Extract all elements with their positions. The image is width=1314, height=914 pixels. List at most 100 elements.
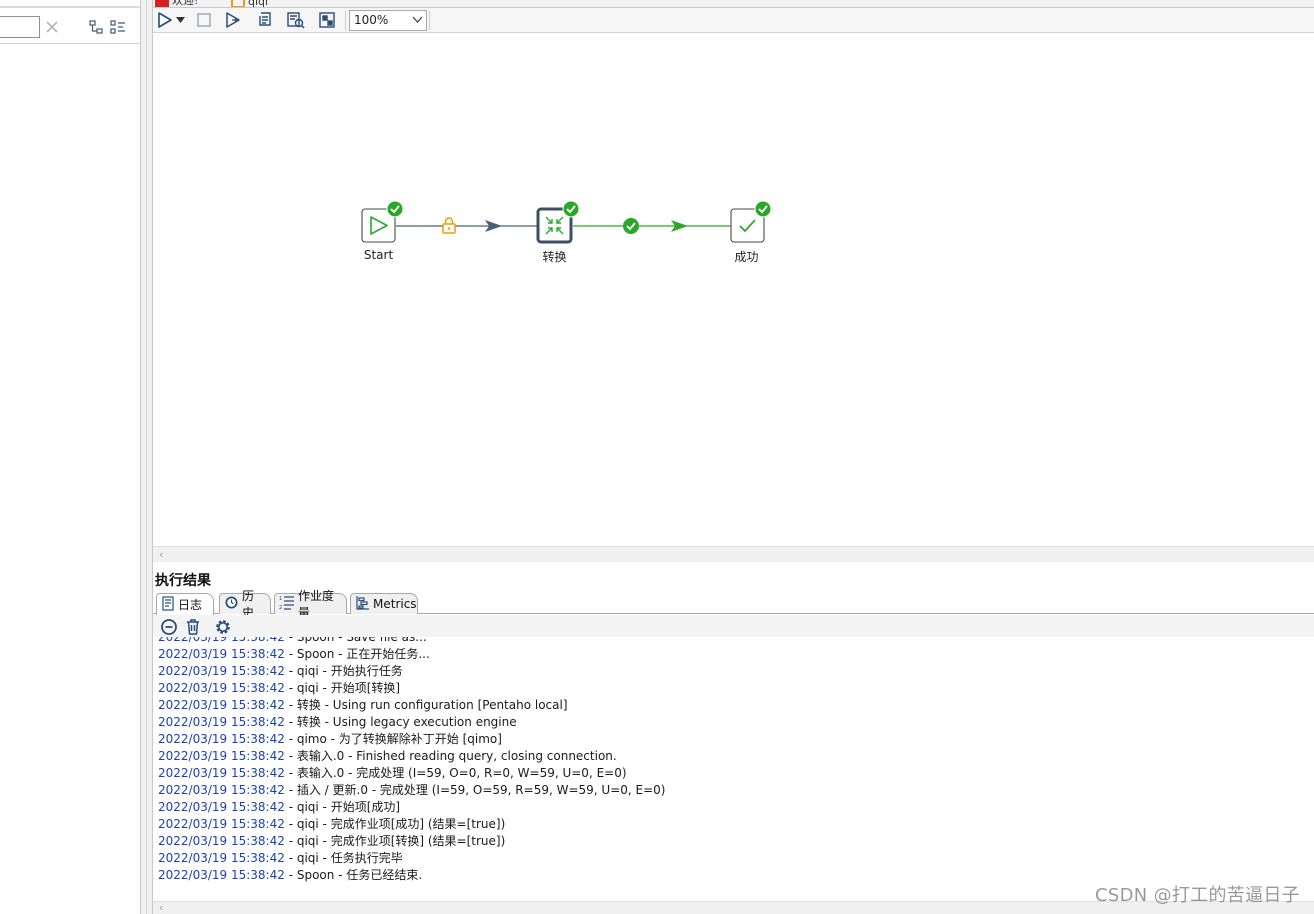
execution-results-panel: 执行结果 日志 历史 12 作业度量 Metrics 2022/03/19 15… bbox=[153, 562, 1314, 914]
job-entry-start[interactable] bbox=[361, 200, 404, 243]
svg-text:1: 1 bbox=[279, 596, 282, 602]
collapse-tree-icon[interactable] bbox=[108, 17, 128, 37]
results-tabs: 日志 历史 12 作业度量 Metrics bbox=[153, 589, 1314, 620]
log-line: 2022/03/19 15:38:42 - qiqi - 任务执行完毕 bbox=[158, 850, 403, 867]
canvas-horizontal-scrollbar[interactable]: ‹ bbox=[153, 546, 1314, 562]
show-result-icon[interactable] bbox=[316, 10, 338, 30]
log-message: - qiqi - 任务执行完毕 bbox=[284, 851, 403, 865]
search-input[interactable] bbox=[0, 16, 40, 38]
log-timestamp: 2022/03/19 15:38:42 bbox=[158, 766, 285, 780]
history-icon bbox=[224, 595, 239, 613]
expand-tree-icon[interactable] bbox=[86, 17, 106, 37]
log-timestamp: 2022/03/19 15:38:42 bbox=[158, 749, 285, 763]
log-line: 2022/03/19 15:38:42 - qiqi - 完成作业项[成功] (… bbox=[158, 816, 505, 833]
log-line: 2022/03/19 15:38:42 - qiqi - 完成作业项[转换] (… bbox=[158, 833, 505, 850]
panel-splitter[interactable] bbox=[140, 0, 153, 914]
log-message: - qiqi - 完成作业项[转换] (结果=[true]) bbox=[284, 834, 506, 848]
log-line: 2022/03/19 15:38:42 - qiqi - 开始项[成功] bbox=[158, 799, 400, 816]
chevron-down-icon bbox=[412, 14, 423, 28]
watermark: CSDN @打工的苦逼日子 bbox=[1095, 885, 1300, 906]
log-message: - Spoon - 任务已经结束. bbox=[284, 868, 423, 882]
log-message: - 转换 - Using run configuration [Pentaho … bbox=[284, 698, 568, 712]
log-timestamp: 2022/03/19 15:38:42 bbox=[158, 834, 285, 848]
log-timestamp: 2022/03/19 15:38:42 bbox=[158, 851, 285, 865]
log-message: - 插入 / 更新.0 - 完成处理 (I=59, O=59, R=59, W=… bbox=[284, 783, 666, 797]
log-icon bbox=[161, 595, 175, 614]
log-line: 2022/03/19 15:38:42 - 表输入.0 - Finished r… bbox=[158, 748, 617, 765]
left-panel-divider bbox=[0, 43, 140, 44]
log-line: 2022/03/19 15:38:42 - qimo - 为了转换解除补丁开始 … bbox=[158, 731, 502, 748]
log-timestamp: 2022/03/19 15:38:42 bbox=[158, 732, 285, 746]
tab-log[interactable]: 日志 bbox=[156, 593, 214, 615]
tab-qiqi[interactable]: qiqi bbox=[231, 0, 269, 8]
stop-icon[interactable] bbox=[193, 10, 215, 30]
log-timestamp: 2022/03/19 15:38:42 bbox=[158, 664, 285, 678]
tab-welcome-label: 欢迎! bbox=[172, 0, 199, 7]
tab-welcome[interactable]: 欢迎! bbox=[155, 0, 199, 7]
run-dropdown-icon[interactable] bbox=[174, 10, 186, 30]
svg-text:2: 2 bbox=[279, 605, 282, 610]
toolbar: 100% bbox=[153, 8, 1314, 33]
left-panel-border bbox=[0, 6, 140, 8]
toolbar-separator bbox=[345, 11, 346, 30]
log-timestamp: 2022/03/19 15:38:42 bbox=[158, 637, 285, 644]
hop-transform-success[interactable] bbox=[573, 220, 731, 232]
status-success-badge bbox=[386, 200, 404, 218]
tab-qiqi-label: qiqi bbox=[248, 0, 269, 8]
log-message: - qiqi - 开始项[转换] bbox=[284, 681, 401, 695]
results-title: 执行结果 bbox=[155, 573, 211, 589]
log-timestamp: 2022/03/19 15:38:42 bbox=[158, 800, 285, 814]
clear-log-icon[interactable] bbox=[182, 616, 204, 638]
log-line: 2022/03/19 15:38:42 - Spoon - 正在开始任务... bbox=[158, 646, 430, 663]
log-message: - qiqi - 开始项[成功] bbox=[284, 800, 401, 814]
log-timestamp: 2022/03/19 15:38:42 bbox=[158, 783, 285, 797]
log-line: 2022/03/19 15:38:42 - qiqi - 开始项[转换] bbox=[158, 680, 400, 697]
preview-icon[interactable] bbox=[223, 10, 245, 30]
job-entry-success[interactable] bbox=[730, 200, 772, 243]
tab-job-metrics[interactable]: 12 作业度量 bbox=[274, 589, 347, 620]
log-message: - qimo - 为了转换解除补丁开始 [qimo] bbox=[284, 732, 502, 746]
zoom-value: 100% bbox=[354, 13, 389, 27]
status-success-badge bbox=[562, 200, 580, 218]
job-canvas[interactable]: Start 转换 成功 bbox=[153, 33, 1314, 546]
metrics-icon bbox=[355, 595, 370, 613]
log-toolbar bbox=[153, 615, 1314, 637]
tab-history[interactable]: 历史 bbox=[219, 589, 271, 620]
tab-log-label: 日志 bbox=[178, 598, 203, 612]
hop-start-transform[interactable] bbox=[396, 220, 538, 232]
log-line: 2022/03/19 15:38:42 - qiqi - 开始执行任务 bbox=[158, 663, 403, 680]
tab-metrics-label: Metrics bbox=[373, 597, 417, 611]
log-timestamp: 2022/03/19 15:38:42 bbox=[158, 715, 285, 729]
scroll-left-icon[interactable]: ‹ bbox=[159, 548, 163, 561]
run-icon[interactable] bbox=[154, 10, 176, 30]
log-line: 2022/03/19 15:38:42 - Spoon - 任务已经结束. bbox=[158, 867, 422, 884]
left-panel bbox=[0, 0, 140, 914]
log-timestamp: 2022/03/19 15:38:42 bbox=[158, 817, 285, 831]
job-entry-transform[interactable] bbox=[536, 200, 580, 244]
stop-log-icon[interactable] bbox=[158, 616, 180, 638]
log-timestamp: 2022/03/19 15:38:42 bbox=[158, 647, 285, 661]
scroll-left-icon[interactable]: ‹ bbox=[159, 901, 163, 914]
job-icon bbox=[231, 0, 245, 7]
log-message: - Spoon - Save file as... bbox=[284, 637, 427, 644]
analyze-icon[interactable] bbox=[285, 10, 307, 30]
zoom-select[interactable]: 100% bbox=[349, 10, 427, 31]
log-message: - 表输入.0 - 完成处理 (I=59, O=0, R=0, W=59, U=… bbox=[284, 766, 627, 780]
log-line: 2022/03/19 15:38:42 - 转换 - Using run con… bbox=[158, 697, 568, 714]
log-timestamp: 2022/03/19 15:38:42 bbox=[158, 868, 285, 882]
log-message: - qiqi - 开始执行任务 bbox=[284, 664, 403, 678]
log-message: - 表输入.0 - Finished reading query, closin… bbox=[284, 749, 617, 763]
tab-metrics[interactable]: Metrics bbox=[350, 593, 418, 614]
log-settings-icon[interactable] bbox=[212, 616, 234, 638]
close-icon[interactable] bbox=[42, 17, 62, 37]
main-area: 欢迎! qiqi 100% Start 转换 成功 ‹ 执行结果 日志 历史 1… bbox=[153, 0, 1314, 914]
log-line: 2022/03/19 15:38:42 - 插入 / 更新.0 - 完成处理 (… bbox=[158, 782, 665, 799]
log-message: - qiqi - 完成作业项[成功] (结果=[true]) bbox=[284, 817, 506, 831]
log-message: - 转换 - Using legacy execution engine bbox=[284, 715, 517, 729]
welcome-icon bbox=[155, 0, 169, 7]
check-icon[interactable] bbox=[254, 10, 276, 30]
log-text-area[interactable]: 2022/03/19 15:38:42 - Spoon - Save file … bbox=[153, 637, 1314, 901]
hop-success-icon bbox=[623, 218, 639, 234]
file-tab-strip: 欢迎! qiqi bbox=[153, 0, 1314, 8]
metrics-list-icon: 12 bbox=[279, 595, 295, 613]
